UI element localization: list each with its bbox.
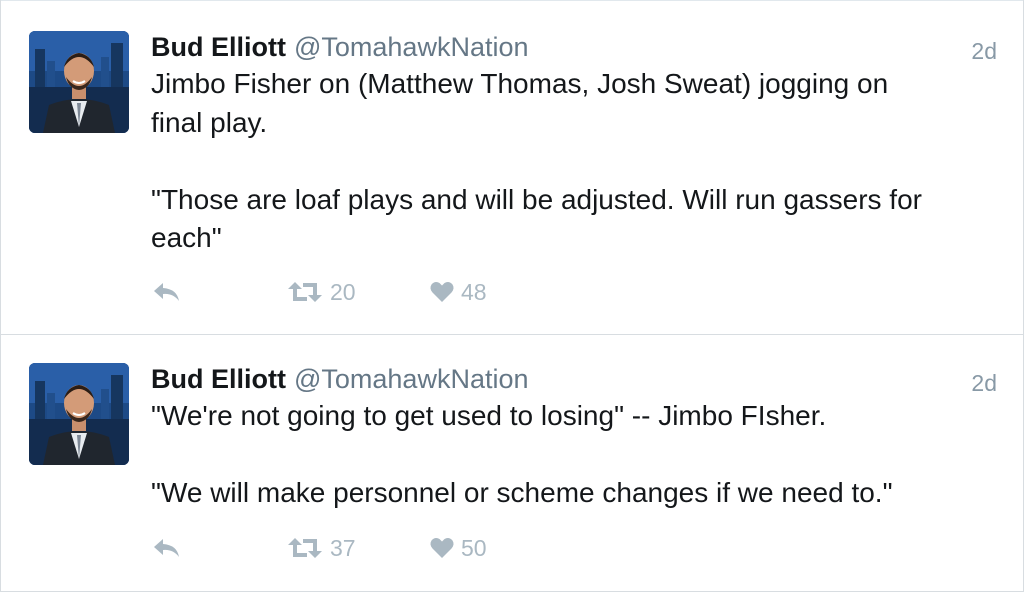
tweet-timeline: Bud Elliott @TomahawkNation 2d Jimbo Fish… (0, 0, 1024, 592)
like-count: 50 (461, 534, 487, 561)
tweet-text-line: "We will make personnel or scheme change… (151, 477, 893, 508)
tweet-timestamp[interactable]: 2d (971, 33, 997, 69)
retweet-count: 37 (330, 534, 356, 561)
paragraph-break (151, 436, 1001, 475)
paragraph-break (151, 142, 1001, 181)
author-handle[interactable]: @TomahawkNation (294, 32, 529, 62)
retweet-button[interactable]: 20 (286, 276, 356, 308)
author-handle[interactable]: @TomahawkNation (294, 364, 529, 394)
reply-button[interactable] (151, 276, 183, 308)
heart-icon (430, 282, 454, 302)
retweet-icon (288, 282, 322, 302)
heart-icon (430, 538, 454, 558)
tweet-header: Bud Elliott @TomahawkNation 2d (151, 29, 997, 65)
tweet-text-line: "Those are loaf plays and will be adjust… (151, 183, 922, 215)
avatar[interactable] (29, 363, 129, 465)
tweet-text: "We're not going to get used to losing" … (151, 397, 1001, 513)
tweet-timestamp[interactable]: 2d (971, 365, 997, 401)
like-button[interactable]: 50 (429, 532, 487, 564)
author-name[interactable]: Bud Elliott (151, 364, 286, 394)
tweet-text-line: each" (151, 222, 222, 253)
tweet-text-line: Jimbo Fisher on (Matthew Thomas, Josh Sw… (151, 68, 889, 99)
tweet-text: Jimbo Fisher on (Matthew Thomas, Josh Sw… (151, 65, 1001, 258)
tweet-header: Bud Elliott @TomahawkNation 2d (151, 361, 997, 397)
retweet-button[interactable]: 37 (286, 532, 356, 564)
tweet-text-line: final play. (151, 106, 268, 138)
avatar[interactable] (29, 31, 129, 133)
tweet-text-line: "We're not going to get used to losing" … (151, 400, 827, 431)
reply-icon (154, 539, 179, 557)
reply-icon (154, 283, 179, 301)
author-name[interactable]: Bud Elliott (151, 32, 286, 62)
like-button[interactable]: 48 (429, 276, 487, 308)
retweet-icon (288, 538, 322, 558)
retweet-count: 20 (330, 278, 356, 305)
reply-button[interactable] (151, 532, 183, 564)
like-count: 48 (461, 278, 487, 305)
